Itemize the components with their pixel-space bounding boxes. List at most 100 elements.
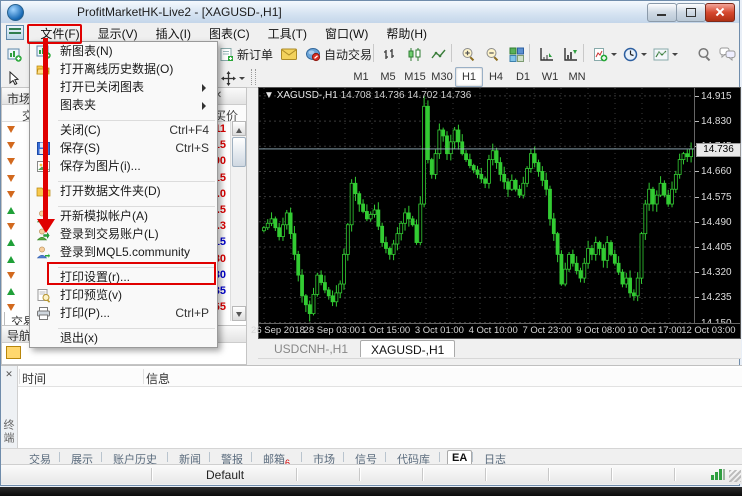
menu-item-label: 保存为图片(i)... [60, 159, 141, 173]
toolbar-drag-handle[interactable] [251, 69, 256, 85]
search-button[interactable] [693, 43, 716, 65]
mail-button[interactable] [277, 43, 302, 65]
price-tick-label: 14.405 [701, 242, 732, 253]
terminal-close-icon[interactable]: ✕ [4, 369, 14, 379]
window-title: ProfitMarketHK-Live2 - [XAGUSD-,H1] [77, 5, 282, 19]
minimize-button[interactable] [647, 3, 677, 22]
scroll-down-button[interactable] [232, 306, 246, 321]
scroll-up-button[interactable] [232, 121, 246, 136]
toolbar-separator [451, 44, 452, 62]
application-window: ProfitMarketHK-Live2 - [XAGUSD-,H1] 文件(F… [0, 0, 742, 496]
menu-separator [58, 175, 215, 182]
terminal-side-title: 终端 [2, 419, 16, 445]
navigator-tree-node-icon[interactable] [6, 346, 21, 359]
chart-window[interactable]: ▼ XAGUSD-,H1 14.708 14.736 14.702 14.736… [258, 87, 741, 339]
chart-plot[interactable] [259, 88, 696, 326]
menu-separator [58, 114, 215, 121]
timeframe-m5[interactable]: M5 [374, 67, 402, 87]
new-chart-button[interactable] [3, 43, 26, 65]
timeframe-m1[interactable]: M1 [347, 67, 375, 87]
price-tick-mark [695, 247, 699, 248]
resize-grip[interactable] [729, 470, 741, 482]
column-divider[interactable] [19, 369, 20, 384]
crosshair-tool-button[interactable] [217, 67, 249, 89]
tile-windows-button[interactable] [505, 43, 529, 65]
chart-legend: ▼ XAGUSD-,H1 14.708 14.736 14.702 14.736 [264, 90, 471, 101]
terminal-table-header: 时间 信息 [18, 368, 742, 387]
menu-item-label: 打开离线历史数据(O) [60, 62, 173, 76]
file-menu-item-print[interactable]: 打印(P)...Ctrl+P [30, 304, 217, 322]
price-up-icon [7, 256, 15, 263]
zoom-out-icon [485, 47, 501, 62]
file-menu-item-open-deleted[interactable]: 打开已关闭图表 [30, 78, 217, 96]
price-axis[interactable]: 14.91514.83014.74514.66014.57514.49014.4… [694, 88, 740, 324]
terminal-tab-bar: 交易展示账户历史新闻警报邮箱6市场信号代码库EA日志 [1, 448, 742, 465]
scrollbar-thumb[interactable] [232, 137, 246, 167]
new-order-button[interactable]: 新订单 [215, 43, 277, 65]
file-menu-item-new-chart[interactable]: 新图表(N) [30, 42, 217, 60]
file-menu-item-open-data-folder[interactable]: 打开数据文件夹(D) [30, 182, 217, 200]
restore-button[interactable] [676, 3, 706, 22]
price-tick-mark [695, 96, 699, 97]
templates-button[interactable] [649, 43, 682, 65]
terminal-column-message[interactable]: 信息 [146, 370, 170, 387]
timeframe-m30[interactable]: M30 [428, 67, 456, 87]
file-menu-item-save[interactable]: 保存(S)Ctrl+S [30, 139, 217, 157]
chart-tab-xagusdh1[interactable]: XAGUSD-,H1 [360, 340, 455, 357]
file-menu-item-profiles[interactable]: 图表夹 [30, 96, 217, 114]
file-menu-item-print-preview[interactable]: 打印预览(v) [30, 286, 217, 304]
chevron-down-icon[interactable] [239, 77, 245, 83]
terminal-column-time[interactable]: 时间 [22, 370, 46, 387]
timeframe-w1[interactable]: W1 [536, 67, 564, 87]
chevron-down-icon[interactable] [672, 53, 678, 59]
file-menu-item-login-trade-account[interactable]: 登录到交易账户(L) [30, 225, 217, 243]
connection-status-icon [711, 469, 725, 480]
cursor-tool-button[interactable] [3, 67, 25, 89]
price-down-icon [7, 175, 15, 182]
file-menu-item-open-offline[interactable]: 打开离线历史数据(O) [30, 60, 217, 78]
menu-item-label: 新图表(N) [60, 44, 113, 58]
menu-item-shortcut: Ctrl+F4 [169, 121, 209, 139]
timeframe-m15[interactable]: M15 [401, 67, 429, 87]
periods-button[interactable] [619, 43, 651, 65]
market-watch-scrollbar[interactable] [230, 121, 246, 321]
price-tick-label: 14.575 [701, 192, 732, 203]
candlestick-mode-button[interactable] [403, 43, 427, 65]
chevron-down-icon[interactable] [611, 53, 617, 59]
auto-trading-button[interactable]: 自动交易 [301, 43, 376, 65]
zoom-in-button[interactable] [457, 43, 481, 65]
indicators-button[interactable] [589, 43, 621, 65]
chat-button[interactable] [715, 43, 740, 65]
status-separator [548, 468, 550, 481]
file-menu-item-save-as-picture[interactable]: 保存为图片(i)... [30, 157, 217, 175]
bar-chart-mode-button[interactable] [379, 43, 403, 65]
file-menu-item-exit[interactable]: 退出(x) [30, 329, 217, 347]
chart-window-icon[interactable] [6, 25, 24, 40]
file-menu-item-open-account[interactable]: 开新模拟帐户(A) [30, 207, 217, 225]
zoom-out-button[interactable] [481, 43, 505, 65]
price-down-icon [7, 142, 15, 149]
chevron-down-icon[interactable] [641, 53, 647, 59]
column-divider[interactable] [143, 369, 144, 384]
template-icon [653, 47, 669, 62]
timeframe-h4[interactable]: H4 [482, 67, 510, 87]
auto-scroll-button[interactable] [535, 43, 559, 65]
timeframe-mn[interactable]: MN [563, 67, 591, 87]
chart-tab-usdcnhh1[interactable]: USDCNH-,H1 [264, 340, 358, 357]
title-bar[interactable]: ProfitMarketHK-Live2 - [XAGUSD-,H1] [1, 1, 739, 24]
tab-separator [472, 452, 473, 462]
price-tick-mark [695, 121, 699, 122]
time-tick-label: 1 Oct 15:00 [361, 325, 410, 336]
price-up-icon [7, 288, 15, 295]
chart-shift-button[interactable] [559, 43, 583, 65]
time-axis[interactable]: 26 Sep 201828 Sep 03:001 Oct 15:003 Oct … [259, 323, 740, 338]
file-menu-item-close[interactable]: 关闭(C)Ctrl+F4 [30, 121, 217, 139]
file-menu-dropdown: 新图表(N)打开离线历史数据(O)打开已关闭图表图表夹关闭(C)Ctrl+F4保… [29, 41, 218, 348]
close-button[interactable] [705, 3, 735, 22]
status-profile[interactable]: Default [206, 468, 244, 482]
timeframe-h1[interactable]: H1 [455, 67, 483, 87]
timeframe-d1[interactable]: D1 [509, 67, 537, 87]
line-chart-mode-button[interactable] [427, 43, 451, 65]
price-tick-label: 14.830 [701, 116, 732, 127]
file-menu-item-login-mql5[interactable]: 登录到MQL5.community [30, 243, 217, 261]
